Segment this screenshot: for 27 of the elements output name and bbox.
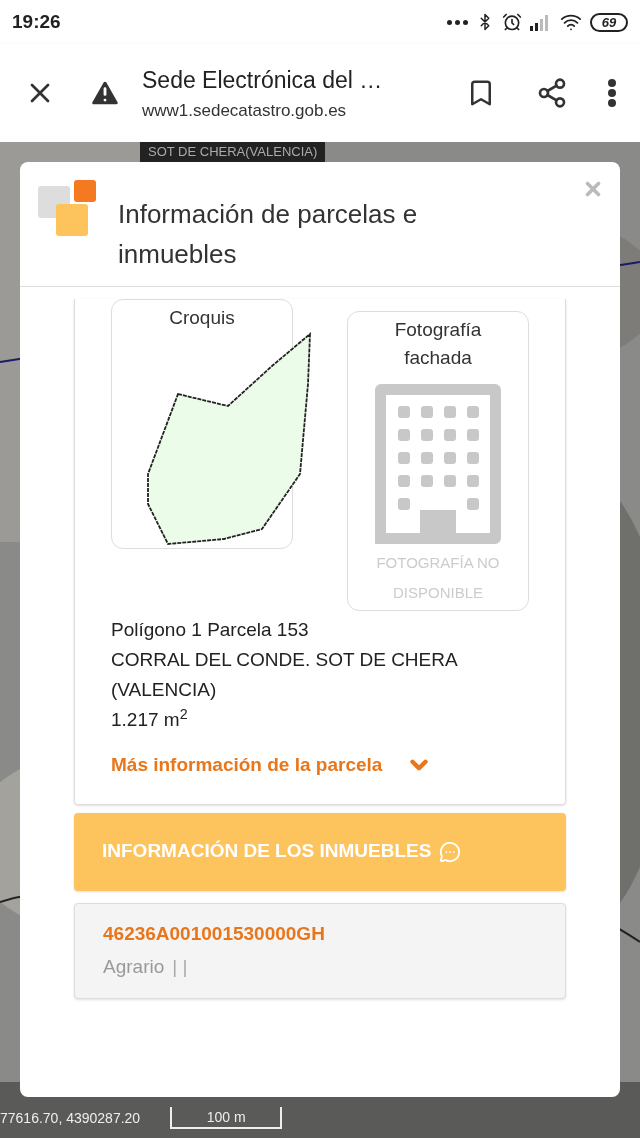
dialog-title: Información de parcelas e inmuebles — [118, 198, 419, 271]
separator-text: | | — [172, 954, 188, 979]
property-use: Agrario — [103, 954, 165, 979]
menu-icon — [608, 79, 616, 107]
scale-bar: 100 m — [170, 1107, 283, 1129]
speech-bubble-icon — [439, 840, 462, 863]
more-notifications-icon — [447, 19, 468, 25]
sketch-label: Croquis — [169, 306, 235, 330]
share-icon — [536, 77, 568, 109]
alarm-icon — [502, 12, 522, 32]
share-button[interactable] — [536, 77, 568, 109]
clock: 19:26 — [12, 9, 61, 34]
parcel-info-line: Polígono 1 Parcela 153 — [111, 618, 310, 642]
building-icon — [375, 384, 501, 544]
battery-indicator: 69 — [590, 12, 628, 32]
property-card[interactable]: 46236A001001530000GH Agrario | | — [74, 902, 566, 999]
parcel-info-line: CORRAL DEL CONDE. SOT DE CHERA (VALENCIA) — [111, 648, 459, 702]
menu-button[interactable] — [608, 79, 616, 107]
location-label: SOT DE CHERA(VALENCIA) — [140, 142, 326, 162]
page-title: Sede Electrónica del … — [142, 66, 384, 95]
photo-label: Fotografía fachada — [393, 318, 483, 370]
page-url: www1.sedecatastro.gob.es — [142, 99, 348, 122]
more-info-link[interactable]: Más información de la parcela — [111, 751, 529, 780]
parcel-info-line: 1.217 m$^{2}$ — [111, 705, 189, 732]
coordinates-text: 77616.70, 4390287.20 — [0, 1108, 141, 1128]
property-reference: 46236A001001530000GH — [103, 922, 326, 946]
properties-header[interactable]: INFORMACIÓN DE LOS INMUEBLES — [74, 812, 566, 891]
